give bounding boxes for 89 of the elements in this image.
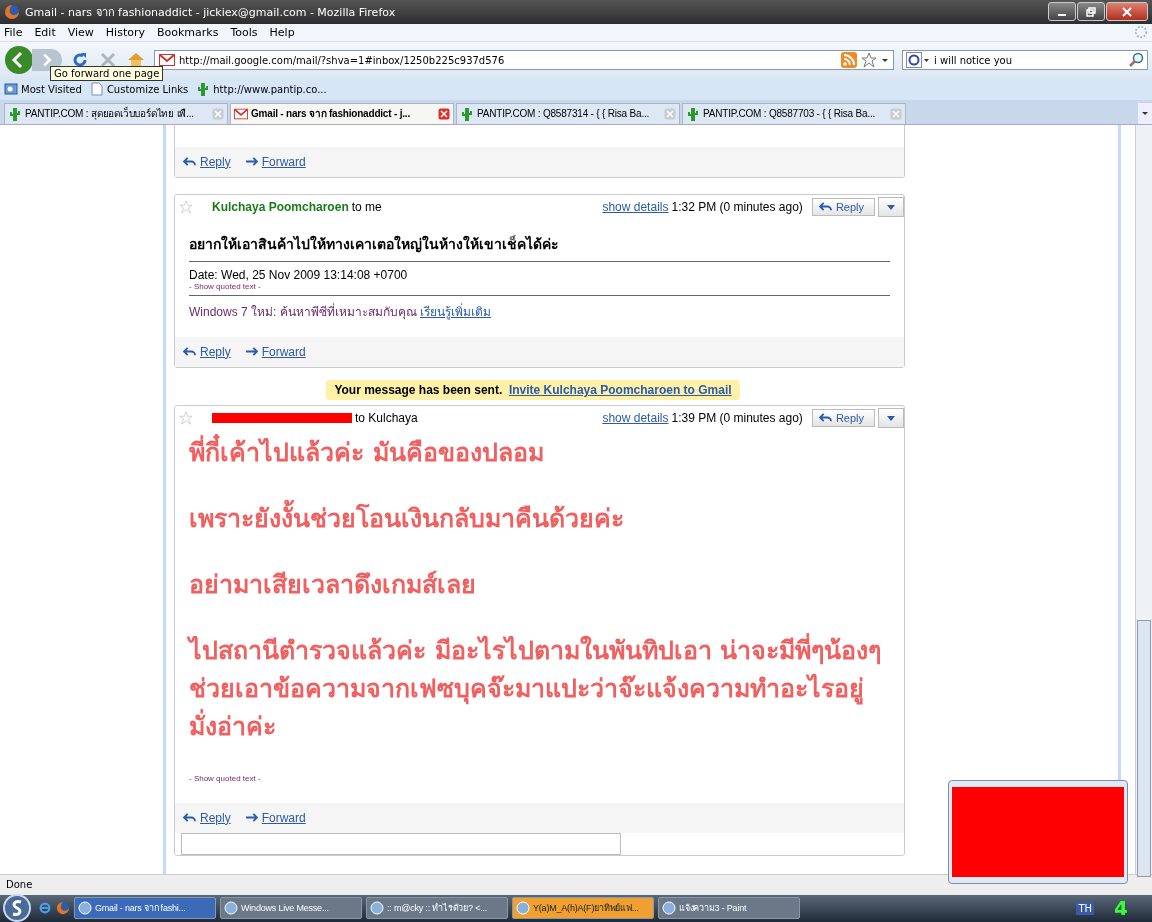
message-time: 1:32 PM (0 minutes ago) bbox=[671, 199, 803, 214]
search-icon[interactable] bbox=[1128, 52, 1144, 69]
taskbar-button[interactable]: Y(a)M_A(h)A(F)ยาทิพย์แฟ... bbox=[512, 897, 654, 920]
forward-arrow-icon bbox=[244, 156, 258, 168]
sender-name: Kulchaya Poomcharoen bbox=[212, 199, 349, 214]
cactus-icon bbox=[686, 106, 700, 121]
taskbar-button[interactable]: :: m@cky :: ทำไรด้วย? <... bbox=[366, 897, 508, 920]
message-paragraph: เพราะยังงั้นช่วยโอนเงินกลับมาคืนด้วยค่ะ bbox=[189, 499, 890, 538]
restore-button[interactable] bbox=[1077, 2, 1105, 22]
reply-link[interactable]: Reply bbox=[183, 344, 231, 359]
more-button[interactable] bbox=[878, 407, 904, 428]
recipient-text: to Kulchaya bbox=[355, 410, 418, 425]
search-field[interactable]: i will notice you bbox=[902, 50, 1148, 71]
menu-item[interactable]: View bbox=[67, 25, 94, 39]
taskbar-button[interactable]: แจ้งความ3 - Paint bbox=[658, 897, 800, 920]
sent-notice: Your message has been sent. Invite Kulchaya Poomcharoen to Gmail bbox=[326, 379, 740, 400]
close-icon[interactable] bbox=[438, 107, 450, 120]
invite-link[interactable]: Invite Kulchaya Poomcharoen to Gmail bbox=[508, 382, 732, 397]
menu-item[interactable]: Edit bbox=[34, 25, 56, 39]
show-details-link[interactable]: show details bbox=[602, 410, 669, 425]
taskbar-button[interactable]: Windows Live Messe... bbox=[220, 897, 362, 920]
learn-more-link[interactable]: เรียนรู้เพิ่มเติม bbox=[420, 304, 492, 319]
url-field[interactable]: http://mail.google.com/mail/?shva=1#inbox/1250b225c937d576 bbox=[154, 50, 894, 71]
cactus-icon bbox=[460, 106, 474, 121]
browser-tab[interactable]: PANTIP.COM : Q8587314 - { { Risa Ba... bbox=[456, 102, 680, 124]
browser-tab[interactable]: Gmail - nars จาก fashionaddict - j... bbox=[230, 102, 454, 124]
minimize-button[interactable] bbox=[1048, 2, 1076, 22]
forward-arrow-icon bbox=[244, 346, 258, 358]
cactus-icon bbox=[196, 82, 211, 97]
bookmark-item[interactable]: http://www.pantip.co... bbox=[196, 82, 327, 97]
star-icon[interactable] bbox=[179, 410, 193, 425]
clock: 4 bbox=[1114, 896, 1129, 921]
caret-icon bbox=[887, 202, 895, 211]
forward-link[interactable]: Forward bbox=[244, 810, 306, 825]
forward-arrow-icon bbox=[244, 812, 258, 824]
language-indicator[interactable]: TH bbox=[1076, 902, 1095, 915]
status-text: Done bbox=[6, 879, 33, 891]
reply-arrow-icon bbox=[818, 412, 832, 424]
recipient-text: to me bbox=[351, 199, 382, 214]
message-time: 1:39 PM (0 minutes ago) bbox=[671, 410, 803, 425]
show-quoted-link[interactable]: - Show quoted text - bbox=[189, 773, 890, 783]
forward-link[interactable]: Forward bbox=[244, 344, 306, 359]
tab-list-button[interactable] bbox=[1138, 102, 1152, 124]
menu-item[interactable]: History bbox=[105, 25, 145, 39]
menu-item[interactable]: Help bbox=[269, 25, 295, 39]
reply-arrow-icon bbox=[818, 201, 832, 213]
forward-link[interactable]: Forward bbox=[244, 154, 306, 169]
rss-icon[interactable] bbox=[841, 52, 857, 69]
bookmark-item[interactable]: Customize Links bbox=[89, 82, 189, 97]
star-icon[interactable] bbox=[861, 52, 877, 69]
close-icon bbox=[1122, 7, 1132, 17]
start-button[interactable] bbox=[0, 893, 34, 922]
more-button[interactable] bbox=[878, 196, 904, 217]
close-button[interactable] bbox=[1106, 2, 1148, 22]
restore-icon bbox=[1086, 7, 1096, 17]
taskbar-button[interactable]: Gmail - nars จาก fashi... bbox=[74, 897, 216, 920]
message-date: Date: Wed, 25 Nov 2009 13:14:08 +0700 bbox=[189, 267, 409, 282]
menu-item[interactable]: Bookmarks bbox=[157, 25, 219, 39]
message-paragraph: อย่ามาเสียเวลาดึงเกมส์เลย bbox=[189, 568, 477, 601]
reply-arrow-icon bbox=[183, 156, 196, 168]
browser-tab[interactable]: PANTIP.COM : สุดยอดเว็บบอร์ดไทย เพื... bbox=[4, 102, 228, 124]
menu-item[interactable]: File bbox=[4, 25, 23, 39]
reply-button[interactable]: Reply bbox=[811, 197, 875, 216]
reply-arrow-icon bbox=[183, 346, 196, 358]
ad-text: Windows 7 ใหม่: ค้นหาพีซีที่เหมาะสมกับคุณ เรียนรู้เพิ่มเติม bbox=[189, 302, 493, 321]
message-paragraph: ไปสถานีตำรวจแล้วค่ะ มีอะไรไปตามในพันทิปเอา น่าจะมีพี่ๆน้องๆช่วยเอาข้อความจากเฟซบุคจ๊ะมาแปะว่าจ๊ะแจ้งความทำอะไรอยู่มั่งอ่าค่ะ bbox=[189, 632, 883, 743]
reply-arrow-icon bbox=[183, 812, 196, 824]
window-title: Gmail - nars จาก fashionaddict - jickiex@gmail.com - Mozilla Firefox bbox=[25, 5, 396, 21]
reply-button[interactable]: Reply bbox=[811, 408, 875, 427]
star-icon[interactable] bbox=[179, 199, 193, 214]
dropdown-icon[interactable] bbox=[881, 56, 889, 65]
bookmark-item[interactable]: Most Visited bbox=[4, 82, 82, 97]
message-subject: อยากให้เอาสินค้าไปให้ทางเคาเตอใหญ่ในห้างให้เขาเช็คได้ค่ะ bbox=[189, 234, 560, 255]
caret-icon bbox=[1141, 109, 1149, 118]
reply-link[interactable]: Reply bbox=[183, 810, 231, 825]
scrollbar[interactable] bbox=[1135, 124, 1152, 874]
throbber-icon bbox=[1134, 25, 1148, 40]
minimize-icon bbox=[1058, 14, 1066, 16]
caret-icon bbox=[887, 413, 895, 422]
reply-link[interactable]: Reply bbox=[183, 154, 231, 169]
browser-tab[interactable]: PANTIP.COM : Q8587703 - { { Risa Ba... bbox=[682, 102, 906, 124]
show-details-link[interactable]: show details bbox=[602, 199, 669, 214]
tooltip: Go forward one page bbox=[50, 65, 164, 81]
start-logo-icon bbox=[2, 893, 32, 922]
show-quoted-link[interactable]: - Show quoted text - bbox=[189, 281, 890, 291]
message-paragraph: พี่กี๋เค้าไปแล้วค่ะ มันคือของปลอม bbox=[189, 433, 890, 472]
back-button[interactable] bbox=[4, 45, 34, 76]
menu-item[interactable]: Tools bbox=[230, 25, 258, 39]
cactus-icon bbox=[8, 106, 22, 121]
